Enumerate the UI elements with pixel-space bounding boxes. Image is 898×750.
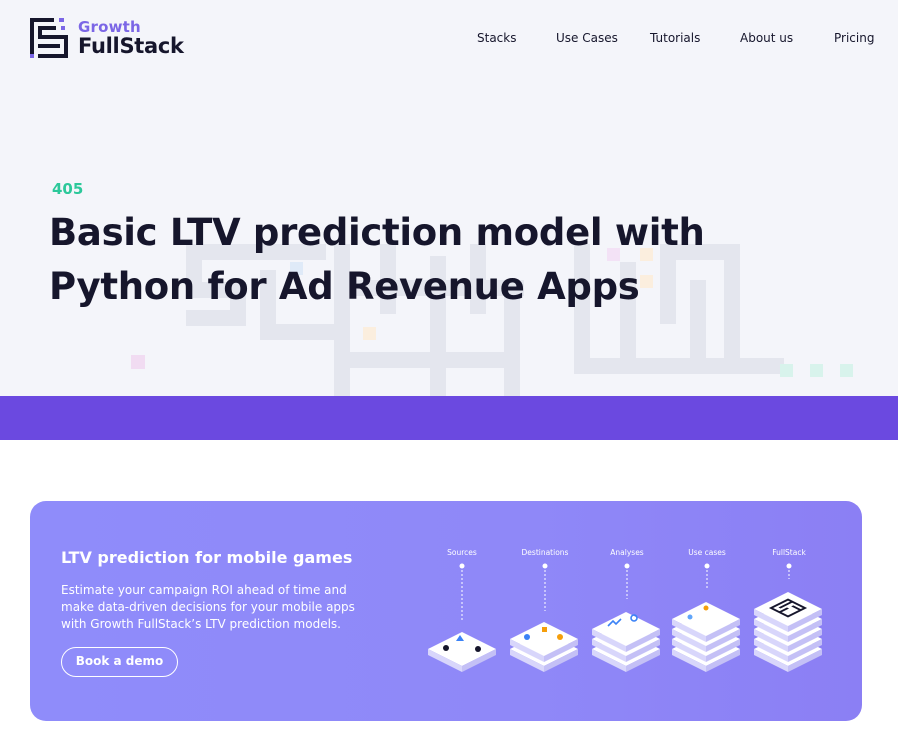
stage-label-analyses: Analyses	[610, 548, 644, 557]
article-number: 405	[52, 180, 84, 198]
stack-sources	[428, 632, 496, 672]
promo-description: Estimate your campaign ROI ahead of time…	[61, 583, 355, 631]
stage-label-sources: Sources	[447, 548, 477, 557]
stack-fullstack	[754, 592, 822, 672]
stack-destinations	[510, 622, 578, 672]
accent-band	[0, 396, 898, 440]
promo-title: LTV prediction for mobile games	[61, 548, 353, 567]
main-navigation: Stacks Use Cases Tutorials About us Pric…	[0, 31, 898, 47]
promo-banner: LTV prediction for mobile games Estimate…	[30, 501, 862, 721]
nav-about-us[interactable]: About us	[740, 31, 793, 45]
stack-analyses	[592, 612, 660, 672]
stage-label-destinations: Destinations	[522, 548, 569, 557]
stage-label-use-cases: Use cases	[688, 548, 726, 557]
hero-background-pattern	[131, 244, 853, 396]
stack-use-cases	[672, 602, 740, 672]
nav-tutorials[interactable]: Tutorials	[650, 31, 700, 45]
page-title-line-1: Basic LTV prediction model with	[49, 211, 705, 254]
hero-section: Growth FullStack Stacks Use Cases Tutori…	[0, 0, 898, 396]
pipeline-illustration: Sources Destinations Analyses Use cases …	[428, 548, 822, 672]
book-demo-button[interactable]: Book a demo	[61, 647, 178, 677]
nav-use-cases[interactable]: Use Cases	[556, 31, 618, 45]
nav-stacks[interactable]: Stacks	[477, 31, 516, 45]
page-title-line-2: Python for Ad Revenue Apps	[49, 265, 640, 308]
stage-label-fullstack: FullStack	[772, 548, 806, 557]
page-title: Basic LTV prediction model with Python f…	[49, 206, 749, 314]
nav-pricing[interactable]: Pricing	[834, 31, 874, 45]
